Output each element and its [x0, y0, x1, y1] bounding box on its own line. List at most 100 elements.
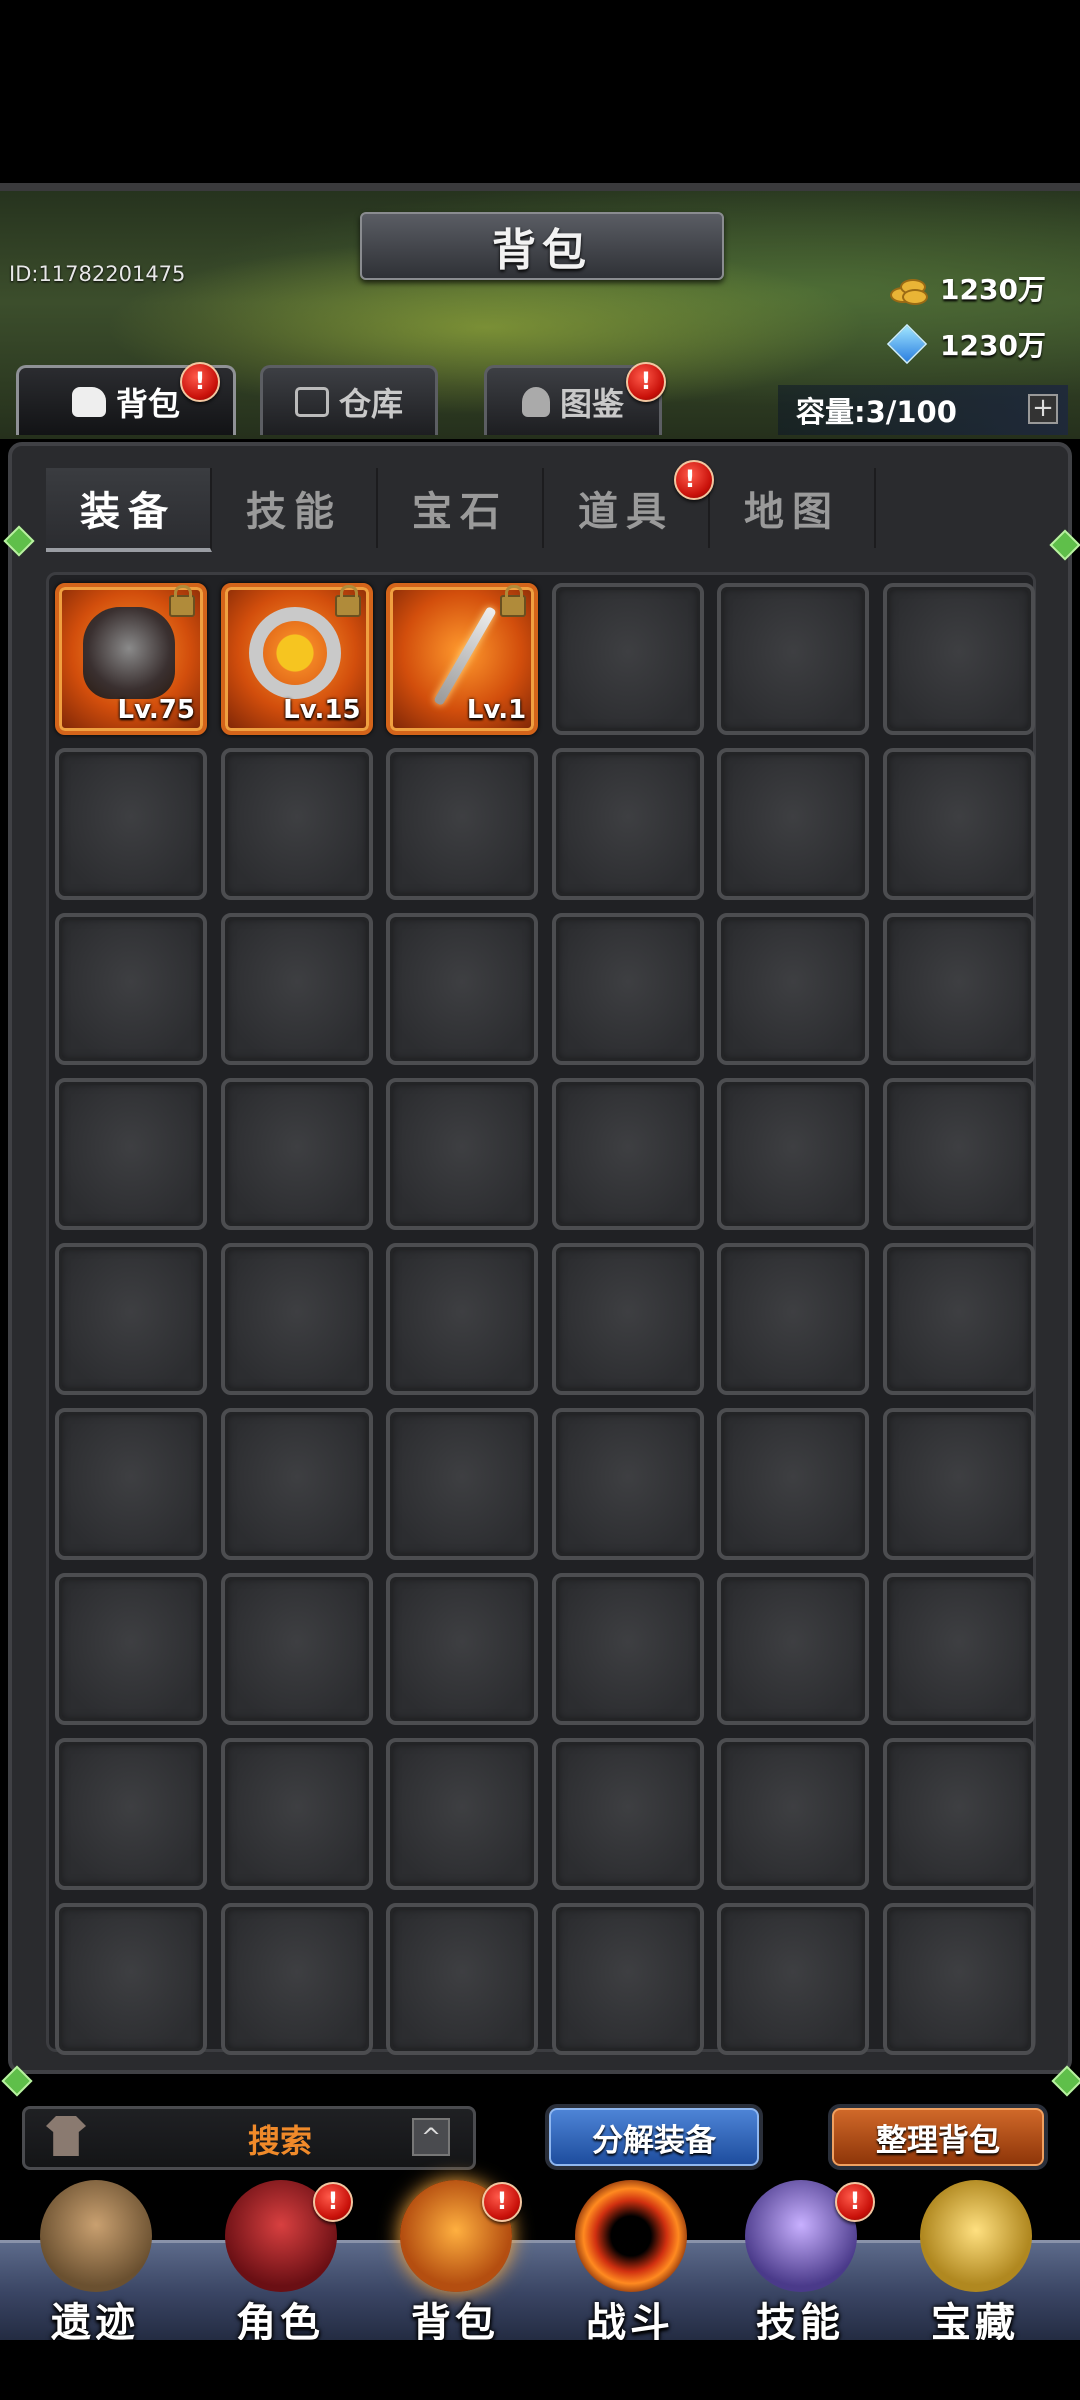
empty-inventory-slot[interactable]	[386, 1408, 539, 1560]
inventory-item-slot[interactable]: Lv.75	[55, 583, 207, 735]
empty-inventory-slot[interactable]	[717, 583, 870, 735]
nav-character[interactable]: 角色 !	[195, 2180, 365, 2346]
nav-battle[interactable]: 战斗	[545, 2180, 715, 2346]
empty-inventory-slot[interactable]	[55, 748, 207, 900]
empty-inventory-slot[interactable]	[386, 748, 539, 900]
subtab-props[interactable]: 道具 !	[544, 460, 714, 548]
treasure-icon	[920, 2180, 1032, 2292]
nav-skills[interactable]: 技能 !	[715, 2180, 885, 2346]
empty-inventory-slot[interactable]	[551, 748, 704, 900]
ring-icon	[248, 607, 341, 699]
empty-inventory-slot[interactable]	[55, 1738, 207, 1890]
diamond-icon	[886, 323, 928, 365]
nav-backpack[interactable]: 背包 !	[370, 2180, 540, 2346]
tab-codex-alert-badge: !	[626, 362, 666, 402]
subtab-equipment[interactable]: 装备	[46, 468, 212, 552]
subtab-gems[interactable]: 宝石	[378, 468, 544, 548]
empty-inventory-slot[interactable]	[55, 1408, 207, 1560]
capacity-text: 容量:3/100	[796, 395, 957, 429]
nav-ruins[interactable]: 遗迹	[10, 2180, 180, 2346]
lock-icon	[500, 585, 527, 617]
ruins-icon	[40, 2180, 152, 2292]
search-filter-label[interactable]: 搜索	[180, 2116, 380, 2162]
empty-inventory-slot[interactable]	[220, 1738, 373, 1890]
empty-inventory-slot[interactable]	[220, 1408, 373, 1560]
empty-inventory-slot[interactable]	[717, 913, 870, 1065]
subtab-skills[interactable]: 技能	[212, 468, 378, 548]
empty-inventory-slot[interactable]	[883, 748, 1035, 900]
empty-inventory-slot[interactable]	[386, 1243, 539, 1395]
inventory-item-slot[interactable]: Lv.1	[386, 583, 539, 735]
page-title: 背包	[492, 225, 592, 276]
empty-inventory-slot[interactable]	[883, 583, 1035, 735]
empty-inventory-slot[interactable]	[883, 1738, 1035, 1890]
subtab-maps-label: 地图	[744, 489, 840, 535]
empty-inventory-slot[interactable]	[883, 1573, 1035, 1725]
inventory-item-slot[interactable]: Lv.15	[220, 583, 373, 735]
subtab-props-label: 道具	[578, 489, 674, 535]
chevron-up-icon[interactable]: ^	[412, 2118, 450, 2156]
empty-inventory-slot[interactable]	[551, 913, 704, 1065]
empty-inventory-slot[interactable]	[883, 1243, 1035, 1395]
empty-inventory-slot[interactable]	[551, 1573, 704, 1725]
user-id: ID:11782201475	[9, 262, 186, 286]
empty-inventory-slot[interactable]	[55, 1078, 207, 1230]
tab-warehouse-label: 仓库	[338, 384, 403, 423]
empty-inventory-slot[interactable]	[55, 1243, 207, 1395]
expand-capacity-button[interactable]: +	[1028, 394, 1058, 424]
subtab-maps[interactable]: 地图	[710, 468, 876, 548]
empty-inventory-slot[interactable]	[386, 913, 539, 1065]
empty-inventory-slot[interactable]	[883, 1903, 1035, 2055]
empty-inventory-slot[interactable]	[55, 1903, 207, 2055]
subtab-equipment-label: 装备	[80, 489, 176, 535]
title-plate: 背包	[360, 212, 724, 280]
item-level: Lv.75	[117, 695, 195, 725]
empty-inventory-slot[interactable]	[55, 1573, 207, 1725]
empty-inventory-slot[interactable]	[883, 1408, 1035, 1560]
empty-inventory-slot[interactable]	[883, 1078, 1035, 1230]
empty-inventory-slot[interactable]	[386, 1078, 539, 1230]
empty-inventory-slot[interactable]	[551, 1243, 704, 1395]
empty-inventory-slot[interactable]	[220, 1573, 373, 1725]
chest-icon	[294, 386, 329, 417]
sort-backpack-button[interactable]: 整理背包	[828, 2104, 1048, 2170]
empty-inventory-slot[interactable]	[717, 1573, 870, 1725]
empty-inventory-slot[interactable]	[717, 1903, 870, 2055]
tab-warehouse[interactable]: 仓库	[260, 365, 438, 435]
empty-inventory-slot[interactable]	[55, 913, 207, 1065]
backpack-icon	[71, 386, 106, 417]
codex-icon	[521, 386, 550, 417]
battle-portal-icon	[575, 2180, 687, 2292]
empty-inventory-slot[interactable]	[551, 1738, 704, 1890]
empty-inventory-slot[interactable]	[717, 1408, 870, 1560]
empty-inventory-slot[interactable]	[551, 583, 704, 735]
gem-amount: 1230万	[940, 329, 1046, 362]
nav-backpack-alert-badge: !	[482, 2182, 522, 2222]
empty-inventory-slot[interactable]	[386, 1573, 539, 1725]
sub-tab-bar: 装备 技能 宝石 道具 ! 地图	[46, 460, 876, 552]
empty-inventory-slot[interactable]	[220, 1903, 373, 2055]
empty-inventory-slot[interactable]	[551, 1903, 704, 2055]
empty-inventory-slot[interactable]	[717, 1243, 870, 1395]
empty-inventory-slot[interactable]	[551, 1078, 704, 1230]
empty-inventory-slot[interactable]	[386, 1738, 539, 1890]
empty-inventory-slot[interactable]	[386, 1903, 539, 2055]
gold-coins-icon	[888, 273, 928, 305]
nav-character-alert-badge: !	[313, 2182, 353, 2222]
empty-inventory-slot[interactable]	[717, 1078, 870, 1230]
item-level: Lv.15	[283, 695, 361, 725]
empty-inventory-slot[interactable]	[717, 748, 870, 900]
tab-codex-label: 图鉴	[559, 384, 624, 423]
empty-inventory-slot[interactable]	[220, 913, 373, 1065]
empty-inventory-slot[interactable]	[717, 1738, 870, 1890]
gold-amount: 1230万	[940, 273, 1046, 306]
empty-inventory-slot[interactable]	[551, 1408, 704, 1560]
nav-treasure[interactable]: 宝藏	[890, 2180, 1060, 2346]
empty-inventory-slot[interactable]	[220, 1243, 373, 1395]
bottom-safe-area	[0, 2340, 1080, 2400]
nav-skills-alert-badge: !	[835, 2182, 875, 2222]
empty-inventory-slot[interactable]	[220, 748, 373, 900]
salvage-equipment-button[interactable]: 分解装备	[545, 2104, 763, 2170]
empty-inventory-slot[interactable]	[883, 913, 1035, 1065]
empty-inventory-slot[interactable]	[220, 1078, 373, 1230]
